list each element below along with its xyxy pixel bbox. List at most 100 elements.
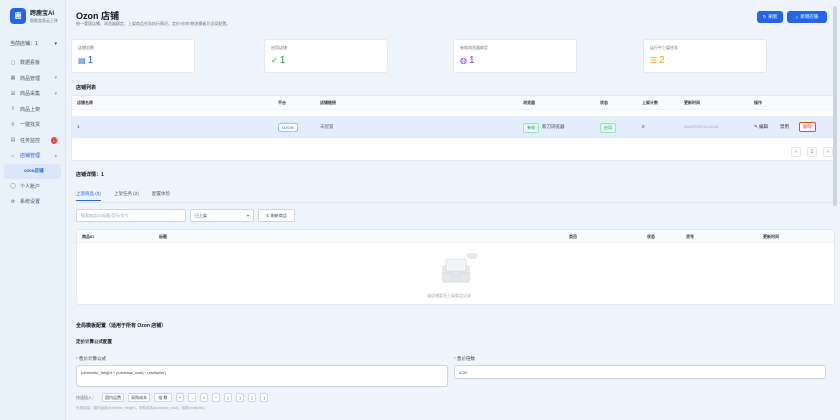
- sidebar-item-user[interactable]: ◯ 个人账户: [0, 179, 65, 195]
- template-title: 全局模板配置（适用于所有 Ozon 店铺）: [76, 323, 167, 329]
- column-header: 浏览器: [523, 100, 535, 105]
- quick-insert-chip[interactable]: +: [176, 393, 184, 402]
- sidebar-item-label: 一键找货: [20, 122, 41, 129]
- quick-insert-chip[interactable]: (: [224, 393, 232, 402]
- sidebar-item-shop[interactable]: ⌂ 店铺管理 ▴: [0, 148, 65, 164]
- stat-label: 启用店铺: [271, 45, 287, 50]
- status-badge: 启用: [600, 123, 616, 133]
- shop-list-table: 店铺名称 平台 店铺链接 浏览器 状态 上架计数 更新时间 操作 1 OZON …: [71, 95, 835, 161]
- quick-insert-chip[interactable]: [: [248, 393, 256, 402]
- pager-next[interactable]: ›: [823, 147, 833, 157]
- column-header: 状态: [600, 100, 608, 105]
- updated-time: 2024/7/28 12:20:34: [684, 124, 719, 129]
- refresh-goods-label: 刷新商品: [270, 213, 287, 218]
- tab-listed-goods[interactable]: 上架商品 (0): [76, 191, 101, 201]
- pager-prev[interactable]: ‹: [791, 147, 801, 157]
- quick-insert-chip[interactable]: 采购成本: [128, 393, 150, 402]
- chevron-icon: ▾: [54, 90, 57, 97]
- quick-insert-label: 快速插入：: [76, 395, 96, 400]
- stat-label: 运行中上架任务: [650, 45, 678, 50]
- store-count-icon: ▤: [78, 56, 86, 65]
- pager-page[interactable]: 1: [807, 147, 817, 157]
- refresh-goods-button[interactable]: ↻ 刷新商品: [258, 209, 295, 222]
- delete-button[interactable]: 删除: [799, 122, 816, 132]
- quick-insert-chip[interactable]: ÷: [212, 393, 220, 402]
- sidebar-item-label: 商品采集: [20, 91, 41, 98]
- sidebar-item-label: 商品上架: [20, 106, 41, 113]
- stat-value: 1: [279, 55, 286, 66]
- table-header: 店铺名称 平台 店铺链接 浏览器 状态 上架计数 更新时间 操作: [72, 96, 834, 110]
- quick-insert-chip[interactable]: ×: [200, 393, 208, 402]
- brand-subtitle: 智能卖家云上阵: [30, 18, 58, 23]
- quick-insert-chip[interactable]: 国内运费: [102, 393, 124, 402]
- column-header: 更新时间: [684, 100, 700, 105]
- shop-icon: ⌂: [11, 152, 15, 159]
- tabs-divider: [76, 202, 840, 203]
- dashboard-icon: ▢: [10, 59, 16, 66]
- column-header: 更新时间: [763, 234, 779, 239]
- variables-hint: 可用变量：国内运费(domestic_freight)，采购成本(purchas…: [76, 406, 205, 410]
- status-select-value: 已上架: [195, 213, 207, 218]
- page-description: 统一管理店铺、浏览器绑定、上架商品任务执行情况，定价/仓库/物流模板为全局配置。: [76, 21, 231, 26]
- sidebar-item-upload[interactable]: ⇪ 商品上架: [0, 102, 65, 118]
- stat-card-enabled: 启用店铺 ✓ 1: [264, 39, 388, 73]
- monitor-icon: ▤: [10, 137, 16, 144]
- column-header: 状态: [647, 234, 655, 239]
- goods-table: 商品ID 标题 类目 状态 货号 更新时间 该店铺暂无上架商品记录: [76, 229, 835, 305]
- stat-card-shops: 店铺总数 ▤ 1: [71, 39, 195, 73]
- stat-label: 有效浏览器绑定: [460, 45, 488, 50]
- sidebar: 鹿 跨鹿宝AI 智能卖家云上阵 当前店铺：1 ▾ ▢ 数据看板 ▦ 商品管理 ▾ ⊞ 商品采…: [0, 0, 66, 420]
- table-row[interactable]: 1 OZON 未配置 有效 新刀浏览器 启用 0 2024/7/28 12:20…: [72, 116, 834, 138]
- multiplier-input[interactable]: 4.29: [454, 365, 826, 379]
- listing-count: 0: [642, 124, 645, 129]
- template-subtitle: 定价计算公式配置: [76, 339, 112, 344]
- column-header: 平台: [278, 100, 286, 105]
- status-select[interactable]: 已上架 ▾: [190, 209, 254, 222]
- goods-search-input[interactable]: 搜索商品ID/标题/型号/货号: [76, 209, 186, 222]
- brand-name: 跨鹿宝AI: [30, 11, 55, 17]
- quick-insert-chip[interactable]: -: [188, 393, 196, 402]
- goods-icon: ▦: [10, 75, 16, 82]
- chevron-down-icon: ▾: [54, 40, 57, 47]
- sidebar-item-label: 任务监控: [20, 137, 41, 144]
- column-header: 操作: [754, 100, 762, 105]
- refresh-button[interactable]: ↻ 刷新: [757, 11, 783, 23]
- stat-card-browsers: 有效浏览器绑定 ◍ 1: [453, 39, 577, 73]
- edit-button[interactable]: ✎ 编辑: [754, 124, 768, 130]
- column-header: 标题: [159, 234, 167, 239]
- sidebar-item-ozon-shop[interactable]: ozon店铺: [4, 163, 61, 179]
- formula-textarea[interactable]: (domestic_freight + purchase_cost) * (mu…: [76, 365, 448, 387]
- sidebar-item-settings[interactable]: ⚙ 系统设置: [0, 194, 65, 210]
- disable-button[interactable]: 禁用: [780, 124, 789, 130]
- sidebar-item-search-goods[interactable]: ⚲ 一键找货: [0, 117, 65, 133]
- add-shop-button[interactable]: + 新增店铺: [787, 11, 827, 23]
- sidebar-item-label: 店铺管理: [20, 153, 41, 160]
- edit-button-label: 编辑: [759, 124, 769, 129]
- table-header: 商品ID 标题 类目 状态 货号 更新时间: [77, 230, 834, 243]
- column-header: 店铺链接: [320, 100, 336, 105]
- platform-tag: OZON: [278, 123, 298, 132]
- upload-icon: ⇪: [10, 106, 16, 113]
- tab-config-check[interactable]: 配置体检: [152, 191, 170, 197]
- browser-valid-tag: 有效: [523, 123, 539, 133]
- column-header: 商品ID: [82, 234, 94, 239]
- page-scrollbar[interactable]: [833, 6, 837, 206]
- sidebar-item-goods[interactable]: ▦ 商品管理 ▾: [0, 71, 65, 87]
- quick-insert-chip[interactable]: ): [236, 393, 244, 402]
- sidebar-item-dashboard[interactable]: ▢ 数据看板: [0, 55, 65, 71]
- settings-icon: ⚙: [10, 198, 16, 205]
- globe-icon: ◍: [460, 56, 467, 65]
- formula-label: * 售价计算公式: [76, 356, 107, 361]
- check-circle-icon: ✓: [271, 56, 278, 65]
- sidebar-item-monitor[interactable]: ▤ 任务监控 1: [0, 133, 65, 149]
- quick-insert-chip[interactable]: 倍 数: [154, 393, 172, 402]
- empty-box-icon: [442, 253, 477, 283]
- sidebar-item-label: 商品管理: [20, 75, 41, 82]
- sidebar-item-collect[interactable]: ⊞ 商品采集 ▾: [0, 86, 65, 102]
- search-goods-icon: ⚲: [11, 121, 15, 128]
- shop-select[interactable]: 当前店铺：1 ▾: [0, 36, 65, 51]
- sidebar-item-label: 数据看板: [20, 60, 41, 67]
- tab-listing-tasks[interactable]: 上架任务 (2): [114, 191, 139, 197]
- quick-insert-chip[interactable]: ]: [260, 393, 268, 402]
- add-shop-button-label: 新增店铺: [800, 14, 819, 19]
